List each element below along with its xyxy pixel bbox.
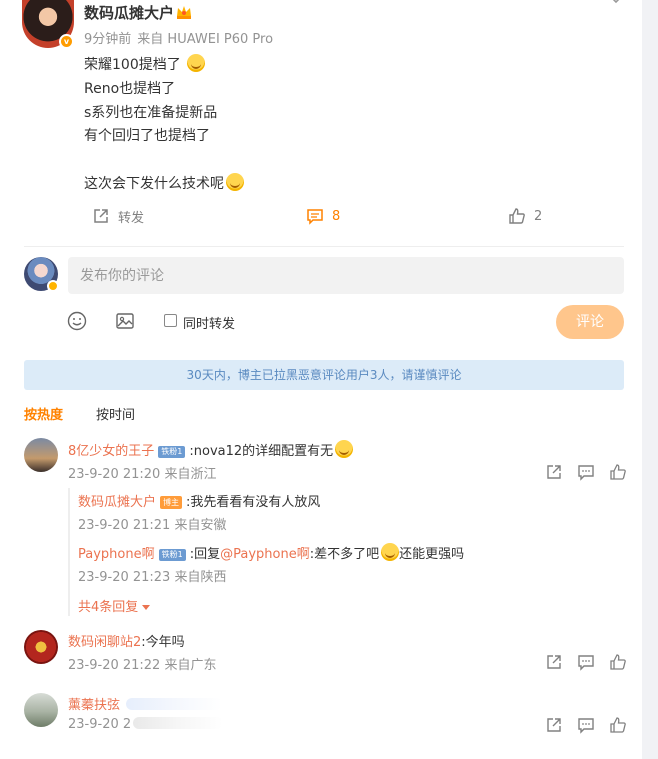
comment-item: 数码闲聊站2:今年吗 [68, 631, 185, 650]
crown-icon [177, 6, 191, 19]
post-actions: 转发 8 2 [0, 205, 642, 229]
post-line: 这次会下发什么技术呢 [84, 172, 244, 197]
post-content: 荣耀100提档了 Reno也提档了 s系列也在准备提新品 有个回归了也提档了 这… [84, 54, 244, 197]
comment-icon[interactable] [577, 716, 595, 734]
repost-icon[interactable] [545, 716, 563, 734]
sort-by-time-tab[interactable]: 按时间 [96, 404, 135, 423]
submit-comment-button[interactable]: 评论 [556, 305, 624, 339]
comment-actions [545, 463, 627, 481]
like-button[interactable]: 2 [508, 205, 542, 227]
verified-badge-icon [47, 280, 59, 292]
comment-date: 23-9-20 21:22 [68, 658, 161, 673]
reply-location: 来自安徽 [174, 518, 227, 533]
repost-icon[interactable] [545, 463, 563, 481]
like-icon[interactable] [609, 653, 627, 671]
commenter-avatar[interactable] [24, 693, 58, 727]
reply-location: 来自陕西 [174, 570, 227, 585]
comment-icon[interactable] [577, 653, 595, 671]
verified-badge-icon: v [59, 34, 74, 49]
comment-text: :nova12的详细配置有无 [189, 444, 334, 459]
caret-down-icon [142, 605, 151, 610]
reply-text: :我先看看有没有人放风 [186, 495, 321, 510]
sync-repost-label[interactable]: 同时转发 [183, 313, 235, 332]
obscured-content [133, 717, 224, 729]
comment-button[interactable]: 8 [306, 205, 340, 227]
comment-item: 薰蓁扶弦 [68, 694, 223, 713]
comment-actions [545, 653, 627, 671]
fan-level-badge: 铁粉1 [158, 549, 186, 561]
post-line: 荣耀100提档了 [84, 54, 244, 78]
post-source: 来自 HUAWEI P60 Pro [137, 32, 274, 47]
repost-button[interactable]: 转发 [92, 205, 144, 227]
reply-text: :差不多了吧 [309, 547, 380, 562]
comment-input[interactable] [68, 257, 624, 294]
like-icon[interactable] [609, 716, 627, 734]
reply-text: 还能更强吗 [399, 547, 465, 562]
comment-meta: 23-9-20 21:20 来自浙江 [68, 463, 217, 482]
reply-text: :回复 [189, 547, 221, 562]
obscured-content [126, 698, 223, 710]
mention-link[interactable]: @Payphone啊 [220, 547, 310, 562]
more-replies-link[interactable]: 共4条回复 [78, 596, 151, 615]
reply-meta: 23-9-20 21:23 来自陕西 [78, 566, 227, 585]
page-background-strip [645, 0, 658, 759]
post-line: Reno也提档了 [84, 80, 176, 97]
post-line: s系列也在准备提新品 [84, 104, 218, 121]
post-line-empty [84, 149, 244, 173]
weibo-post-card: v 数码瓜摊大户 9分钟前 来自 HUAWEI P60 Pro 荣耀100提档了 … [0, 0, 642, 759]
smile-emoji-icon [226, 172, 244, 191]
like-icon [509, 208, 525, 224]
reply-item: Payphone啊 铁粉1:回复@Payphone啊:差不多了吧 还能更强吗 [78, 543, 464, 562]
repost-icon [94, 209, 108, 223]
moderation-notice: 30天内，博主已拉黑恶意评论用户3人，请谨慎评论 [24, 360, 624, 390]
comment-date: 23-9-20 2 [68, 717, 132, 732]
cat-emoji-icon [381, 543, 400, 561]
comment-item: 8亿少女的王子 铁粉1:nova12的详细配置有无 [68, 440, 354, 459]
reply-date: 23-9-20 21:23 [78, 570, 171, 585]
post-meta: 9分钟前 来自 HUAWEI P60 Pro [84, 28, 279, 47]
repost-icon[interactable] [545, 653, 563, 671]
comment-meta: 23-9-20 2 [68, 717, 224, 732]
comment-date: 23-9-20 21:20 [68, 467, 161, 482]
reply-meta: 23-9-20 21:21 来自安徽 [78, 514, 227, 533]
repost-label: 转发 [118, 210, 145, 226]
reply-thread-line [68, 488, 70, 616]
fan-level-badge: 铁粉1 [158, 446, 186, 458]
chevron-down-icon[interactable] [608, 0, 624, 6]
commenter-name[interactable]: 8亿少女的王子 [68, 444, 154, 459]
like-icon[interactable] [609, 463, 627, 481]
commenter-name[interactable]: 薰蓁扶弦 [68, 698, 120, 713]
post-time[interactable]: 9分钟前 [84, 32, 131, 47]
sort-by-hot-tab[interactable]: 按热度 [24, 404, 63, 423]
smile-emoji-icon [187, 54, 206, 72]
commenter-name[interactable]: 数码闲聊站2 [68, 635, 141, 650]
author-name[interactable]: 数码瓜摊大户 [84, 2, 174, 23]
reply-date: 23-9-20 21:21 [78, 518, 171, 533]
replier-name[interactable]: Payphone啊 [78, 547, 155, 562]
comment-icon[interactable] [577, 463, 595, 481]
smiley-icon[interactable] [67, 311, 87, 331]
host-badge: 博主 [160, 496, 183, 509]
comment-location: 来自浙江 [164, 467, 217, 482]
image-icon[interactable] [115, 311, 135, 331]
comment-count: 8 [332, 208, 341, 224]
sync-repost-checkbox[interactable] [164, 314, 177, 327]
like-count: 2 [534, 208, 543, 224]
post-line: 有个回归了也提档了 [84, 128, 210, 145]
divider [24, 246, 624, 247]
comment-location: 来自广东 [164, 658, 217, 673]
comment-text: :今年吗 [141, 635, 185, 650]
commenter-avatar[interactable] [24, 630, 58, 664]
cat-emoji-icon [335, 440, 354, 458]
comment-meta: 23-9-20 21:22 来自广东 [68, 654, 217, 673]
reply-item: 数码瓜摊大户 博主:我先看看有没有人放风 [78, 491, 320, 510]
comment-icon [307, 209, 323, 225]
replier-name[interactable]: 数码瓜摊大户 [78, 495, 156, 510]
commenter-avatar[interactable] [24, 438, 58, 472]
comment-actions [545, 716, 627, 734]
